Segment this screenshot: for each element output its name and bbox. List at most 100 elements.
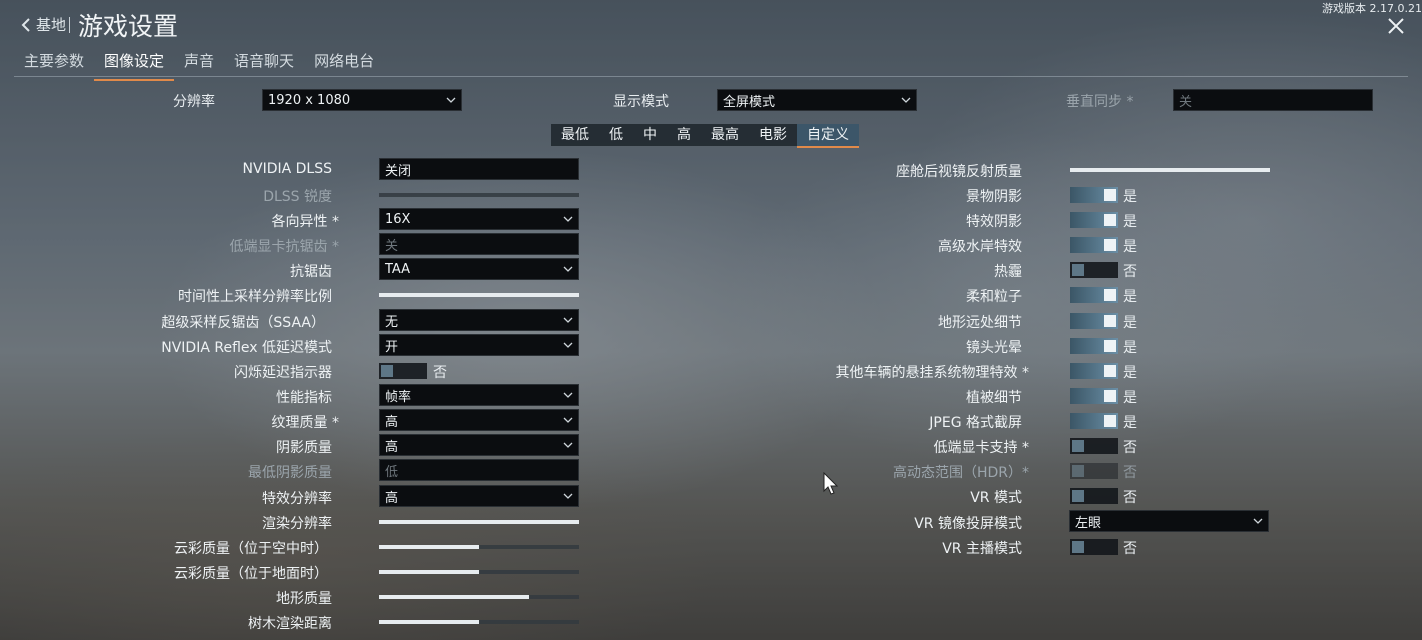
preset-low[interactable]: 低	[599, 124, 633, 146]
cloud-air-slider[interactable]	[379, 545, 579, 549]
preset-lowest[interactable]: 最低	[551, 124, 599, 146]
vr-mirror-dropdown[interactable]: 左眼	[1069, 510, 1269, 532]
right-setting-row: 特效阴影	[760, 209, 1022, 231]
vr-stream-toggle[interactable]	[1070, 539, 1118, 555]
dlss-label: NVIDIA DLSS	[242, 161, 332, 177]
display-mode-dropdown[interactable]: 全屏模式	[717, 89, 917, 111]
mirror-slider[interactable]	[1070, 168, 1270, 172]
ssaa-dropdown[interactable]: 无	[379, 309, 579, 331]
right-setting-toggle[interactable]	[1070, 413, 1118, 429]
resolution-dropdown[interactable]: 1920 x 1080	[262, 89, 462, 111]
back-button[interactable]: 基地	[20, 14, 66, 35]
right-setting-toggle[interactable]	[1070, 338, 1118, 354]
mirror-row: 座舱后视镜反射质量	[760, 159, 1022, 181]
right-setting-label: 其他车辆的悬挂系统物理特效 *	[835, 365, 1029, 381]
toggle-knob	[1104, 415, 1116, 427]
dlss-dropdown[interactable]: 关闭	[379, 158, 579, 180]
right-setting-label: 特效阴影	[966, 214, 1022, 230]
preset-highest[interactable]: 最高	[701, 124, 749, 146]
flash-toggle[interactable]	[379, 363, 427, 379]
vr-mirror-row: VR 镜像投屏模式	[760, 511, 1022, 533]
temporal-upscale-label: 时间性上采样分辨率比例	[178, 289, 332, 305]
terrain-slider[interactable]	[379, 595, 579, 599]
right-setting-row: 镜头光晕	[760, 335, 1022, 357]
toggle-knob	[1104, 239, 1116, 251]
fx-res-dropdown[interactable]: 高	[379, 485, 579, 507]
render-res-slider[interactable]	[379, 520, 579, 524]
reflex-dropdown[interactable]: 开	[379, 334, 579, 356]
cloud-ground-row: 云彩质量（位于地面时）	[100, 561, 328, 583]
aniso-row: 各向异性 *	[100, 209, 339, 231]
right-setting-value: 否	[1123, 465, 1137, 481]
aniso-label: 各向异性 *	[271, 214, 339, 230]
vr-stream-value: 否	[1123, 541, 1137, 557]
toggle-knob	[1104, 340, 1116, 352]
preset-movie[interactable]: 电影	[749, 124, 797, 146]
right-setting-toggle[interactable]	[1070, 488, 1118, 504]
chevron-down-icon	[563, 342, 573, 348]
dlss-sharpness-slider	[379, 193, 579, 197]
toggle-knob	[1104, 390, 1116, 402]
right-setting-value: 否	[1123, 264, 1137, 280]
close-icon[interactable]	[1386, 16, 1406, 36]
aa-label: 抗锯齿	[290, 264, 332, 280]
tab-radio[interactable]: 网络电台	[304, 48, 384, 77]
chevron-down-icon	[563, 442, 573, 448]
right-setting-value: 是	[1123, 390, 1137, 406]
right-setting-toggle[interactable]	[1070, 187, 1118, 203]
right-setting-toggle[interactable]	[1070, 388, 1118, 404]
right-setting-row: 地形远处细节	[760, 310, 1022, 332]
preset-custom[interactable]: 自定义	[797, 124, 859, 148]
tree-slider[interactable]	[379, 620, 579, 624]
vr-mirror-label: VR 镜像投屏模式	[914, 516, 1022, 532]
right-setting-toggle[interactable]	[1070, 363, 1118, 379]
mirror-label: 座舱后视镜反射质量	[896, 164, 1022, 180]
ssaa-value: 无	[385, 314, 399, 330]
shadow-dropdown[interactable]: 高	[379, 434, 579, 456]
right-setting-toggle[interactable]	[1070, 212, 1118, 228]
tab-sound[interactable]: 声音	[174, 48, 224, 77]
toggle-knob	[1072, 490, 1084, 502]
right-setting-value: 是	[1123, 239, 1137, 255]
right-setting-label: 热霾	[994, 264, 1022, 280]
min-shadow-label: 最低阴影质量	[248, 465, 332, 481]
texture-dropdown[interactable]: 高	[379, 409, 579, 431]
version-text: 游戏版本 2.17.0.21	[1322, 2, 1422, 15]
fx-res-label: 特效分辨率	[262, 491, 332, 507]
fx-res-value: 高	[385, 490, 399, 506]
right-setting-value: 是	[1123, 365, 1137, 381]
toggle-knob	[1072, 264, 1084, 276]
right-setting-row: 植被细节	[760, 385, 1022, 407]
preset-high[interactable]: 高	[667, 124, 701, 146]
right-setting-toggle[interactable]	[1070, 262, 1118, 278]
min-shadow-value: 低	[385, 464, 399, 480]
dlss-value: 关闭	[385, 163, 412, 179]
slider-fill	[379, 545, 479, 549]
toggle-knob	[1104, 315, 1116, 327]
right-setting-value: 是	[1123, 340, 1137, 356]
chevron-down-icon	[563, 493, 573, 499]
right-setting-toggle[interactable]	[1070, 313, 1118, 329]
cloud-air-row: 云彩质量（位于空中时）	[100, 536, 328, 558]
preset-medium[interactable]: 中	[633, 124, 667, 146]
right-setting-toggle[interactable]	[1070, 438, 1118, 454]
cloud-ground-slider[interactable]	[379, 570, 579, 574]
tab-voice-chat[interactable]: 语音聊天	[224, 48, 304, 77]
tab-main-params[interactable]: 主要参数	[14, 48, 94, 77]
tree-row: 树木渲染距离	[100, 611, 332, 633]
slider-fill	[379, 570, 479, 574]
aa-dropdown[interactable]: TAA	[379, 258, 579, 280]
aniso-dropdown[interactable]: 16X	[379, 208, 579, 230]
vr-mirror-value: 左眼	[1075, 515, 1102, 531]
right-setting-toggle[interactable]	[1070, 237, 1118, 253]
right-setting-value: 是	[1123, 189, 1137, 205]
right-setting-row: VR 模式	[760, 485, 1022, 507]
tab-graphics[interactable]: 图像设定	[94, 48, 175, 81]
right-setting-toggle	[1070, 463, 1118, 479]
perf-dropdown[interactable]: 帧率	[379, 384, 579, 406]
right-setting-toggle[interactable]	[1070, 287, 1118, 303]
aa-value: TAA	[385, 261, 411, 277]
temporal-upscale-slider[interactable]	[379, 293, 579, 297]
cloud-ground-label: 云彩质量（位于地面时）	[174, 566, 328, 582]
mouse-cursor-icon	[823, 472, 839, 495]
